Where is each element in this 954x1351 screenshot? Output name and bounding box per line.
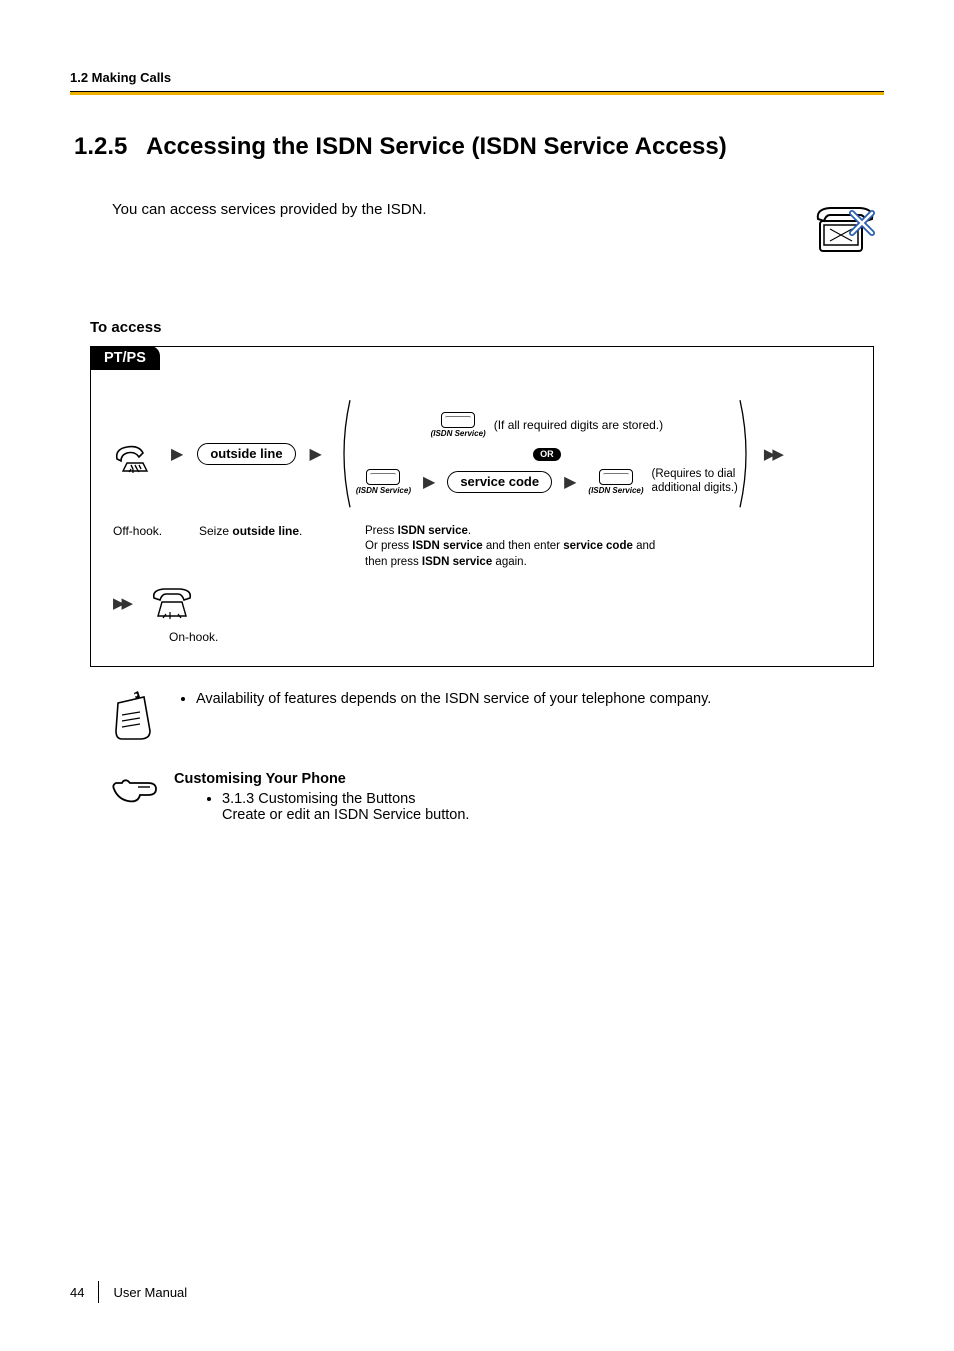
note-item: Availability of features depends on the … <box>196 691 711 707</box>
right-paren-icon <box>736 398 754 510</box>
outside-line-button: outside line <box>197 443 295 465</box>
note-requires: (Requires to dial additional digits.) <box>652 468 738 496</box>
section-title: 1.2.5Accessing the ISDN Service (ISDN Se… <box>74 133 884 161</box>
caption-onhook: On-hook. <box>169 630 851 644</box>
isdn-service-key-icon: (ISDN Service) <box>588 469 643 495</box>
subheading-to-access: To access <box>90 319 884 336</box>
alternatives-group: (ISDN Service) (If all required digits a… <box>336 398 754 510</box>
note-list: Availability of features depends on the … <box>178 691 711 711</box>
isdn-service-key-icon: (ISDN Service) <box>431 412 486 438</box>
notepad-icon <box>110 691 154 743</box>
left-paren-icon <box>336 398 354 510</box>
arrow-icon: ▶ <box>423 472 435 492</box>
continue-arrow-icon: ▶▶ <box>764 445 781 463</box>
arrow-icon: ▶ <box>564 472 576 492</box>
arrow-icon: ▶ <box>171 444 183 464</box>
intro-paragraph: You can access services provided by the … <box>112 199 792 218</box>
service-code-button: service code <box>447 471 552 493</box>
onhook-icon <box>150 586 194 620</box>
footer-divider <box>98 1281 99 1303</box>
continue-arrow-icon: ▶▶ <box>113 594 130 612</box>
procedure-frame: PT/PS ▶ outside line ▶ <box>90 346 874 667</box>
ref-heading: Customising Your Phone <box>174 771 469 787</box>
pointing-hand-icon <box>110 775 158 809</box>
arrow-icon: ▶ <box>310 444 322 464</box>
section-heading-text: Accessing the ISDN Service (ISDN Service… <box>146 133 727 160</box>
header-rule <box>70 91 884 95</box>
caption-seize: Seize outside line. <box>199 524 359 571</box>
offhook-icon <box>113 435 157 473</box>
phone-cross-icon <box>812 199 878 259</box>
or-badge: OR <box>533 448 561 461</box>
isdn-service-key-icon: (ISDN Service) <box>356 469 411 495</box>
ref-list: 3.1.3 Customising the Buttons Create or … <box>174 791 469 823</box>
ref-item: 3.1.3 Customising the Buttons Create or … <box>222 791 469 823</box>
procedure-tab: PT/PS <box>90 346 160 370</box>
caption-offhook: Off-hook. <box>113 524 199 571</box>
page-number: 44 <box>70 1285 84 1300</box>
header-breadcrumb: 1.2 Making Calls <box>70 70 884 85</box>
section-number: 1.2.5 <box>74 133 146 161</box>
caption-press-isdn: Press ISDN service. Or press ISDN servic… <box>359 524 655 571</box>
page-footer: 44 User Manual <box>70 1281 187 1303</box>
note-all-stored: (If all required digits are stored.) <box>494 418 663 432</box>
footer-label: User Manual <box>113 1285 187 1300</box>
